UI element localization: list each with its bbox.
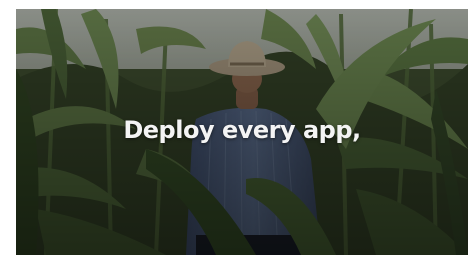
video-caption: Deploy every app, bbox=[123, 116, 361, 144]
video-player[interactable]: Deploy every app, bbox=[16, 9, 468, 255]
